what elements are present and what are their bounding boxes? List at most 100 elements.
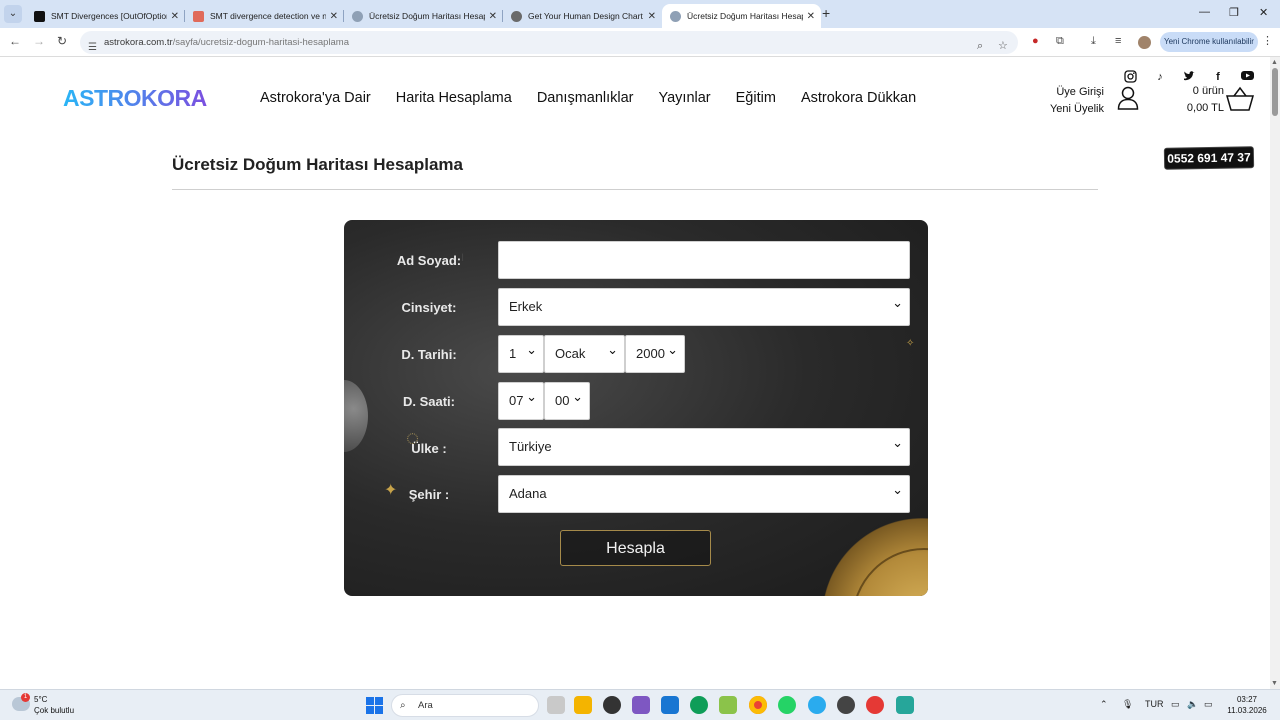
media-player-icon[interactable] xyxy=(837,696,855,714)
calculate-button[interactable]: Hesapla xyxy=(560,530,711,566)
browser-tab-active[interactable]: Ücretsiz Doğum Haritası Hesap ✕ xyxy=(662,4,821,28)
gender-value: Erkek xyxy=(509,299,543,314)
minute-value: 00 xyxy=(555,393,570,408)
twitter-icon[interactable] xyxy=(1182,70,1196,84)
weather-widget[interactable]: 5°C Çok bulutlu xyxy=(34,694,74,716)
login-link[interactable]: Üye Girişi xyxy=(1030,84,1104,101)
tray-overflow-icon[interactable]: ⌃ xyxy=(1100,699,1108,710)
task-view-icon[interactable] xyxy=(547,696,565,714)
scroll-up-icon[interactable]: ▲ xyxy=(1271,59,1278,66)
site-logo[interactable]: ASTROKORA xyxy=(63,85,207,112)
file-explorer-icon[interactable] xyxy=(574,696,592,714)
basket-icon[interactable] xyxy=(1226,86,1254,112)
close-tab-icon[interactable]: ✕ xyxy=(648,11,656,22)
page-title: Ücretsiz Doğum Haritası Hesaplama xyxy=(172,155,463,174)
facebook-icon[interactable]: f xyxy=(1211,70,1225,84)
site-info-icon[interactable]: ☰ xyxy=(88,36,97,59)
battery-icon[interactable]: ▭ xyxy=(1204,699,1213,710)
copilot-icon[interactable] xyxy=(632,696,650,714)
scrollbar-thumb[interactable] xyxy=(1272,68,1278,116)
youtube-icon[interactable] xyxy=(1240,70,1254,84)
tiktok-icon[interactable]: ♪ xyxy=(1153,70,1167,84)
close-tab-icon[interactable]: ✕ xyxy=(807,11,815,22)
chatgpt-icon[interactable] xyxy=(603,696,621,714)
nav-item-chart-calculation[interactable]: Harita Hesaplama xyxy=(396,90,512,106)
user-icon[interactable] xyxy=(1117,86,1139,110)
gender-select[interactable]: Erkek xyxy=(498,285,910,326)
browser-tab[interactable]: SMT divergence detection ve n ✕ xyxy=(185,4,344,28)
telegram-icon[interactable] xyxy=(808,696,826,714)
day-select[interactable]: 1 xyxy=(498,332,544,373)
windows-start-icon[interactable] xyxy=(366,697,383,714)
restore-icon[interactable]: ❐ xyxy=(1229,6,1239,19)
chrome-menu-icon[interactable]: ⋮ xyxy=(1262,34,1273,47)
media-control-icon[interactable]: ≡ xyxy=(1115,35,1121,47)
system-clock[interactable]: 03:27 11.03.2026 xyxy=(1224,694,1270,716)
volume-icon[interactable]: 🔈 xyxy=(1187,699,1198,710)
hour-select[interactable]: 07 xyxy=(498,379,544,420)
browser-tab[interactable]: Ücretsiz Doğum Haritası Hesap ✕ xyxy=(344,4,503,28)
year-select[interactable]: 2000 xyxy=(625,332,685,373)
app-icon[interactable] xyxy=(866,696,884,714)
close-tab-icon[interactable]: ✕ xyxy=(330,11,338,22)
app-icon[interactable] xyxy=(719,696,737,714)
hour-value: 07 xyxy=(509,393,524,408)
cart-summary[interactable]: 0 ürün 0,00 TL xyxy=(1180,83,1224,117)
browser-toolbar: ← → ↻ ☰ astrokora.com.tr/sayfa/ucretsiz-… xyxy=(0,28,1280,57)
extension-icon[interactable]: ● xyxy=(1032,35,1039,47)
birth-date-label: D. Tarihi: xyxy=(401,347,457,362)
chrome-icon[interactable] xyxy=(749,696,767,714)
forward-icon[interactable]: → xyxy=(33,34,45,48)
name-input[interactable] xyxy=(498,241,910,279)
tab-search-button[interactable]: ⌄ xyxy=(4,5,22,23)
bookmark-star-icon[interactable]: ☆ xyxy=(998,35,1008,58)
instagram-icon[interactable] xyxy=(1123,70,1137,84)
nav-item-publications[interactable]: Yayınlar xyxy=(659,90,711,106)
profile-avatar[interactable] xyxy=(1138,36,1151,49)
country-value: Türkiye xyxy=(509,439,552,454)
zodiac-wheel-decoration xyxy=(822,518,928,596)
nav-item-education[interactable]: Eğitim xyxy=(736,90,776,106)
chrome-update-button[interactable]: Yeni Chrome kullanılabilir xyxy=(1160,32,1258,52)
window-close-icon[interactable]: ✕ xyxy=(1259,6,1268,19)
main-navigation: Astrokora'ya Dair Harita Hesaplama Danış… xyxy=(260,90,941,106)
register-link[interactable]: Yeni Üyelik xyxy=(1030,101,1104,118)
minimize-icon[interactable]: — xyxy=(1199,6,1210,18)
nav-item-shop[interactable]: Astrokora Dükkan xyxy=(801,90,916,106)
city-label: Şehir : xyxy=(408,487,450,502)
url-path: /sayfa/ucretsiz-dogum-haritasi-hesaplama xyxy=(172,37,349,48)
browser-tab[interactable]: SMT Divergences [OutOfOption ✕ xyxy=(26,4,185,28)
day-value: 1 xyxy=(509,346,517,361)
minute-select[interactable]: 00 xyxy=(544,379,590,420)
back-icon[interactable]: ← xyxy=(9,34,21,48)
phone-badge[interactable]: 0552 691 47 37 xyxy=(1164,147,1254,169)
scroll-down-icon[interactable]: ▼ xyxy=(1271,680,1278,687)
name-label: Ad Soyad: xyxy=(396,253,462,268)
reload-icon[interactable]: ↻ xyxy=(57,34,67,48)
sparkle-decoration-icon: ✧ xyxy=(906,338,915,349)
month-select[interactable]: Ocak xyxy=(544,332,625,373)
whatsapp-icon[interactable] xyxy=(778,696,796,714)
input-language[interactable]: TUR xyxy=(1145,699,1164,709)
tab-title: SMT divergence detection ve n xyxy=(210,11,326,21)
nav-item-consulting[interactable]: Danışmanlıklar xyxy=(537,90,634,106)
birth-time-label: D. Saati: xyxy=(402,394,455,409)
new-tab-icon[interactable]: + xyxy=(822,5,830,21)
zoom-icon[interactable]: ⌕ xyxy=(977,35,983,58)
country-select[interactable]: Türkiye xyxy=(498,425,910,466)
edge-icon[interactable] xyxy=(690,696,708,714)
notepad-icon[interactable] xyxy=(896,696,914,714)
taskbar-search[interactable]: ⌕ Ara xyxy=(391,694,539,717)
page-scrollbar[interactable] xyxy=(1270,57,1280,689)
close-tab-icon[interactable]: ✕ xyxy=(489,11,497,22)
nav-item-about[interactable]: Astrokora'ya Dair xyxy=(260,90,371,106)
city-select[interactable]: Adana xyxy=(498,472,910,513)
close-tab-icon[interactable]: ✕ xyxy=(171,11,179,22)
network-icon[interactable]: ▭ xyxy=(1171,699,1180,710)
microphone-icon[interactable]: 🎙 xyxy=(1122,699,1133,710)
browser-tab[interactable]: Get Your Human Design Chart | ✕ xyxy=(503,4,662,28)
download-icon[interactable]: ⤓ xyxy=(1091,35,1096,48)
extensions-puzzle-icon[interactable]: ⧉ xyxy=(1056,35,1064,48)
address-bar[interactable]: ☰ astrokora.com.tr/sayfa/ucretsiz-dogum-… xyxy=(80,31,1018,54)
outlook-icon[interactable] xyxy=(661,696,679,714)
